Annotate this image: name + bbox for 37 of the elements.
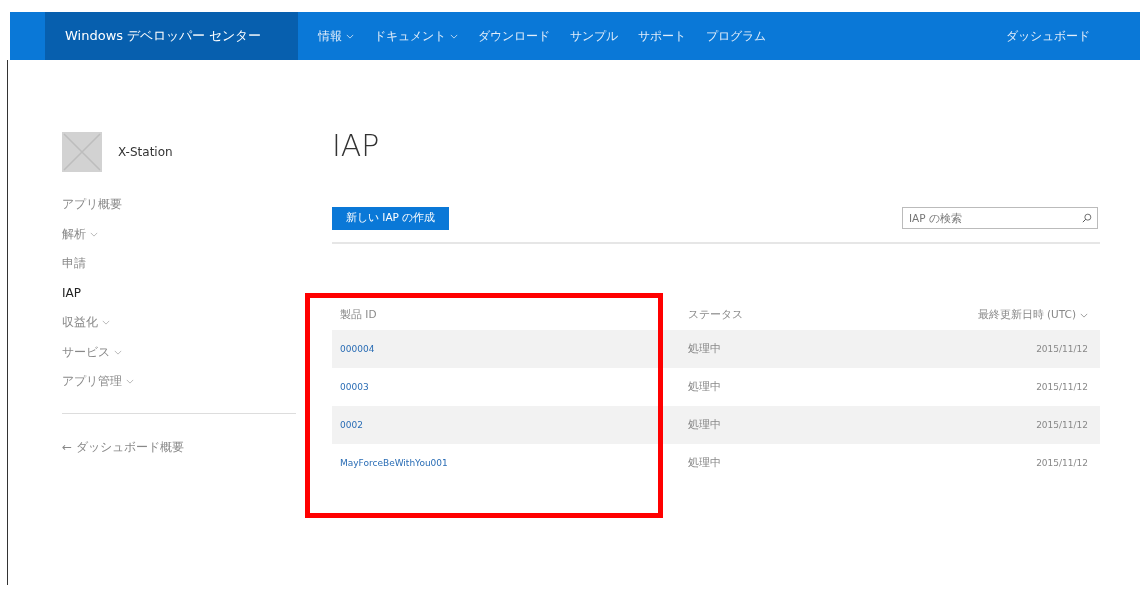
search-field[interactable]: IAP の検索 [902,207,1098,229]
app-placeholder-icon [62,132,102,172]
status-text: 処理中 [688,456,721,470]
column-header: ステータス [688,308,743,322]
search-icon [1082,213,1092,223]
sidebar-item[interactable]: サービス [62,343,110,361]
nav-link[interactable]: プログラム [706,27,766,45]
nav-link[interactable]: サポート [638,27,686,45]
back-link[interactable]: ← ダッシュボード概要 [62,439,184,454]
sidebar-item[interactable]: IAP [62,286,81,301]
date-text: 2015/11/12 [1036,420,1088,430]
status-text: 処理中 [688,418,721,432]
product-link[interactable]: 0002 [340,420,363,430]
create-button[interactable]: 新しい IAP の作成 [332,206,450,230]
product-link[interactable]: 000004 [340,344,375,354]
sidebar-item[interactable]: アプリ概要 [62,196,122,214]
date-text: 2015/11/12 [1036,458,1088,468]
nav-link[interactable]: 情報 [318,27,342,45]
sidebar-item[interactable]: 収益化 [62,314,98,332]
date-text: 2015/11/12 [1036,382,1088,392]
page-title: IAP [332,128,381,165]
status-text: 処理中 [688,342,721,356]
nav-link[interactable]: ドキュメント [374,27,446,45]
nav-link[interactable]: サンプル [570,27,618,45]
product-link[interactable]: 00003 [340,382,369,392]
date-text: 2015/11/12 [1036,344,1088,354]
product-link[interactable]: MayForceBeWithYou001 [340,458,448,468]
brand-title[interactable]: Windows デベロッパー センター [65,27,262,45]
status-text: 処理中 [688,380,721,394]
sidebar-item[interactable]: 申請 [62,255,86,273]
app-name: X-Station [118,145,173,159]
dashboard-link[interactable]: ダッシュボード [1006,27,1090,45]
column-header: 製品 ID [340,308,377,322]
sidebar-item[interactable]: 解析 [62,225,86,243]
nav-link[interactable]: ダウンロード [478,27,550,45]
sidebar-item[interactable]: アプリ管理 [62,373,122,391]
column-header[interactable]: 最終更新日時 (UTC) [977,308,1076,322]
